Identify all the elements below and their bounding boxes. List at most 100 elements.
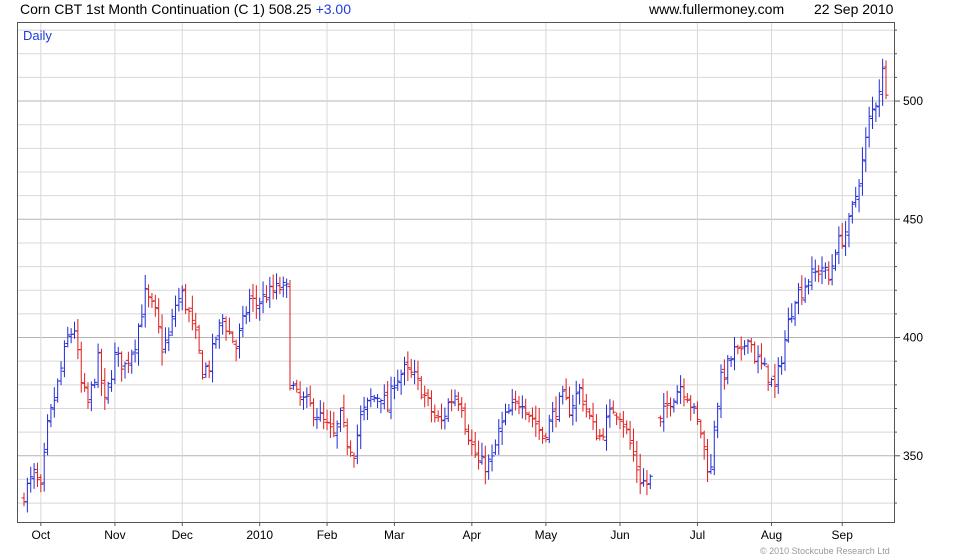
ohlc-bars	[21, 58, 889, 513]
ohlc-bar	[819, 256, 825, 285]
x-tick-label: Jul	[690, 528, 705, 542]
ohlc-bar	[159, 314, 165, 366]
ohlc-bar	[607, 399, 613, 428]
ohlc-bar	[684, 393, 690, 403]
x-tick-label: Sep	[832, 528, 854, 542]
x-tick-label: 2010	[246, 528, 273, 542]
ohlc-bar	[129, 349, 135, 374]
ohlc-bar	[189, 295, 195, 331]
ohlc-bar	[657, 415, 663, 427]
ohlc-bar	[600, 428, 606, 441]
ohlc-bar	[678, 375, 684, 404]
ohlc-bar	[270, 274, 276, 300]
ohlc-bar	[439, 403, 445, 430]
ohlc-bar	[21, 492, 27, 507]
ohlc-bar	[31, 463, 37, 489]
ohlc-bar	[240, 305, 246, 338]
ohlc-bar	[75, 319, 81, 360]
ohlc-bar	[489, 444, 495, 472]
x-tick-label: Feb	[317, 528, 338, 542]
ohlc-bar	[294, 379, 300, 393]
ohlc-bar	[661, 392, 667, 432]
ohlc-bar	[146, 284, 152, 308]
ohlc-bar	[381, 384, 387, 410]
ohlc-bar	[782, 330, 788, 371]
ohlc-bar	[866, 106, 872, 148]
ohlc-bar	[634, 440, 640, 483]
ohlc-bar	[55, 378, 61, 403]
ohlc-bar	[590, 402, 596, 431]
ohlc-bar	[479, 442, 485, 465]
ohlc-bar	[405, 351, 411, 382]
x-tick-label: Apr	[462, 528, 481, 542]
ohlc-bar	[196, 324, 202, 354]
ohlc-bar	[109, 370, 115, 392]
x-tick-label: Mar	[384, 528, 405, 542]
ohlc-bar	[300, 391, 306, 410]
ohlc-bar	[142, 274, 148, 328]
ohlc-bar	[843, 220, 849, 257]
ohlc-bar	[725, 355, 731, 385]
ohlc-bar	[452, 389, 458, 407]
ohlc-bar	[132, 339, 138, 363]
ohlc-bar	[206, 360, 212, 379]
ohlc-bar	[604, 404, 610, 451]
ohlc-bar	[428, 390, 434, 423]
ohlc-bar	[836, 226, 842, 265]
ohlc-bar	[119, 351, 125, 382]
ohlc-bar	[775, 357, 781, 394]
ohlc-bar	[351, 452, 357, 468]
ohlc-bar	[742, 340, 748, 356]
y-tick-label: 400	[903, 331, 923, 345]
ohlc-bar	[755, 345, 761, 374]
ohlc-bar	[822, 262, 828, 279]
ohlc-bar	[135, 323, 141, 366]
ohlc-bar	[863, 127, 869, 172]
y-tick-label: 500	[903, 94, 923, 108]
x-tick-label: Oct	[32, 528, 51, 542]
ohlc-bar	[199, 350, 205, 380]
ohlc-bar	[587, 407, 593, 420]
ohlc-bar	[627, 420, 633, 450]
ohlc-bar	[816, 265, 822, 283]
ohlc-bar	[513, 390, 519, 411]
ohlc-bar	[220, 314, 226, 335]
ohlc-bar	[88, 381, 94, 412]
ohlc-bar	[560, 385, 566, 405]
ohlc-bar	[762, 357, 768, 367]
ohlc-bar	[368, 388, 374, 408]
copyright-label: © 2010 Stockcube Research Ltd	[760, 546, 890, 556]
ohlc-bar	[385, 381, 391, 413]
ohlc-bar	[550, 401, 556, 433]
ohlc-bar	[92, 378, 98, 389]
ohlc-bar	[496, 419, 502, 455]
ohlc-bar	[543, 432, 549, 443]
x-tick-label: Jun	[610, 528, 629, 542]
ohlc-bar	[647, 474, 653, 490]
ohlc-bar	[731, 336, 737, 371]
ohlc-bar	[169, 308, 175, 337]
ohlc-bar	[173, 295, 179, 327]
ohlc-bar	[752, 341, 758, 364]
ohlc-bar	[388, 376, 394, 420]
ohlc-bar	[48, 403, 54, 428]
ohlc-bar	[735, 344, 741, 355]
ohlc-bar	[98, 348, 104, 396]
ohlc-bar	[688, 395, 694, 421]
ohlc-bar	[260, 281, 266, 314]
ohlc-bar	[243, 306, 249, 325]
ohlc-bar	[338, 407, 344, 432]
ohlc-bar	[671, 398, 677, 413]
ohlc-bar	[267, 276, 273, 308]
ohlc-bar	[566, 386, 572, 418]
ohlc-bar	[61, 340, 67, 378]
ohlc-bar	[341, 394, 347, 428]
ohlc-bar	[519, 395, 525, 419]
ohlc-bar	[846, 213, 852, 248]
ohlc-bar	[314, 408, 320, 429]
ohlc-bar	[72, 321, 78, 339]
ohlc-bar	[883, 60, 889, 100]
ohlc-bar	[705, 438, 711, 483]
ohlc-bar	[873, 102, 879, 122]
ohlc-bar	[465, 424, 471, 446]
